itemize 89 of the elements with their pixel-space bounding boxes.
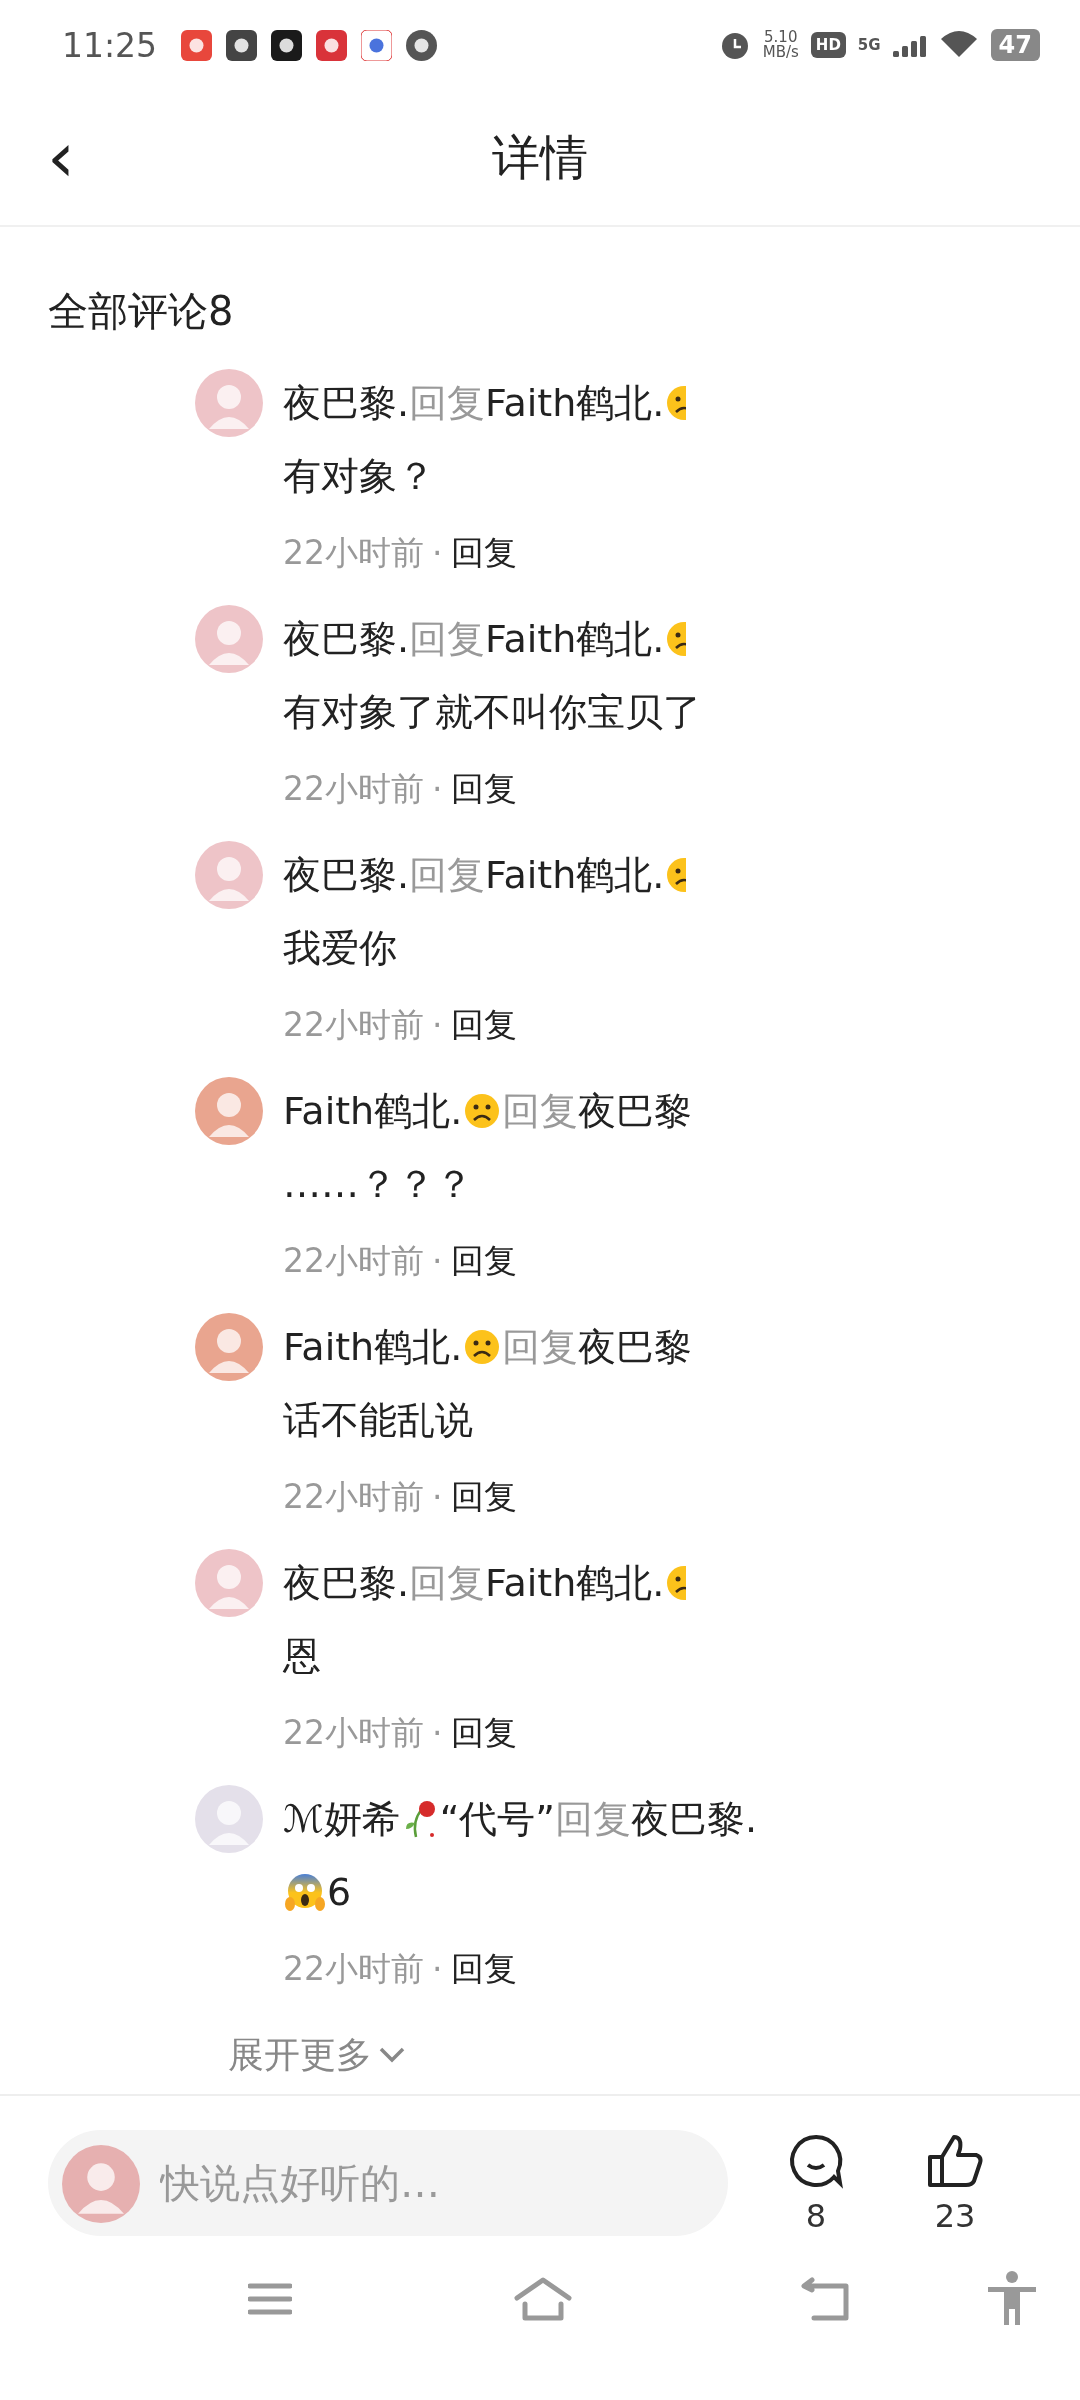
user-name: 夜巴黎.	[631, 1795, 758, 1843]
reply-button[interactable]: 回复	[450, 1710, 517, 1756]
reply-label: 回复	[502, 1087, 579, 1135]
reply-button[interactable]: 回复	[450, 1238, 517, 1284]
app-notification-icon	[271, 29, 303, 61]
separator-dot: ·	[432, 1005, 443, 1045]
user-name: Faith鹤北.	[485, 615, 665, 663]
app-notification-icon	[181, 29, 213, 61]
avatar[interactable]	[195, 1549, 263, 1617]
avatar[interactable]	[195, 369, 263, 437]
page-title: 详情	[492, 127, 588, 187]
user-name: 夜巴黎.	[283, 379, 410, 427]
frown-emoji-icon	[666, 1565, 687, 1601]
user-name: 夜巴黎	[578, 1087, 693, 1135]
app-notification-icon	[226, 29, 258, 61]
hd-badge: HD	[810, 32, 846, 58]
user-name: 有对象？	[283, 452, 435, 500]
home-icon[interactable]	[513, 2276, 573, 2322]
battery-level: 47	[990, 29, 1040, 61]
user-name: 夜巴黎	[578, 1323, 693, 1371]
like-button[interactable]: 23	[926, 2130, 984, 2235]
back-button[interactable]: ‹	[34, 124, 88, 190]
speed-unit: MB/s	[762, 45, 799, 60]
user-name: 6	[327, 1870, 352, 1914]
separator-dot: ·	[432, 1477, 443, 1517]
reply-button[interactable]: 回复	[450, 530, 517, 576]
section-title: 全部评论8	[47, 287, 235, 336]
user-name: 夜巴黎.	[283, 615, 410, 663]
frown-emoji-icon	[666, 621, 687, 657]
avatar[interactable]	[195, 1077, 263, 1145]
app-notification-icon	[316, 29, 348, 61]
expand-more-button[interactable]: 展开更多	[228, 2019, 406, 2091]
user-name: “代号”	[439, 1795, 555, 1843]
reply-button[interactable]: 回复	[450, 1946, 517, 1992]
menu-icon[interactable]	[248, 2282, 292, 2316]
signal-icon	[892, 33, 927, 57]
avatar[interactable]	[195, 1313, 263, 1381]
timestamp: 22小时前	[283, 1239, 424, 1282]
back-icon[interactable]	[800, 2276, 852, 2322]
user-name: 恩	[283, 1632, 321, 1680]
frown-emoji-icon	[464, 1093, 501, 1129]
network-speed: 5.10	[764, 30, 798, 45]
scream-emoji-icon	[285, 1872, 325, 1912]
reply-label: 回复	[555, 1795, 631, 1843]
user-name: 话不能乱说	[283, 1396, 473, 1444]
user-name: Faith鹤北.	[283, 1323, 463, 1371]
reply-label: 回复	[409, 379, 486, 427]
app-notification-icon	[361, 29, 393, 61]
reply-label: 回复	[409, 1559, 486, 1607]
frown-emoji-icon	[464, 1329, 501, 1365]
avatar[interactable]	[195, 841, 263, 909]
chevron-down-icon	[378, 2046, 406, 2064]
reply-label: 回复	[409, 851, 486, 899]
user-name: ……？？？	[283, 1160, 473, 1208]
timestamp: 22小时前	[283, 767, 424, 810]
reply-button[interactable]: 回复	[450, 1002, 517, 1048]
user-name: 有对象了就不叫你宝贝了	[283, 688, 701, 736]
reply-button[interactable]: 回复	[450, 1474, 517, 1520]
user-name: Faith鹤北.	[485, 851, 665, 899]
avatar[interactable]	[62, 2144, 140, 2223]
app-notification-icon	[406, 29, 438, 61]
separator-dot: ·	[432, 1241, 443, 1281]
reply-label: 回复	[409, 615, 486, 663]
separator-dot: ·	[432, 1949, 443, 1989]
reply-button[interactable]: 回复	[450, 766, 517, 812]
avatar[interactable]	[195, 1785, 263, 1853]
clock: 11:25	[62, 25, 158, 65]
frown-emoji-icon	[666, 385, 687, 421]
user-name: 我爱你	[283, 924, 397, 972]
timestamp: 22小时前	[283, 531, 424, 574]
user-name: 夜巴黎.	[283, 851, 410, 899]
user-name: 夜巴黎.	[283, 1559, 410, 1607]
separator-dot: ·	[432, 533, 443, 573]
user-name: Faith鹤北.	[283, 1087, 463, 1135]
user-name: Faith鹤北.	[485, 379, 665, 427]
timestamp: 22小时前	[283, 1947, 424, 1990]
separator-dot: ·	[432, 1713, 443, 1753]
timestamp: 22小时前	[283, 1475, 424, 1518]
user-name: Faith鹤北.	[485, 1559, 665, 1607]
timestamp: 22小时前	[283, 1003, 424, 1046]
reply-label: 回复	[502, 1323, 579, 1371]
frown-emoji-icon	[666, 857, 687, 893]
timestamp: 22小时前	[283, 1711, 424, 1754]
network-type: 5G	[857, 36, 881, 54]
accessibility-icon[interactable]	[986, 2271, 1038, 2327]
comment-button[interactable]: 8	[786, 2130, 846, 2235]
user-name: ℳ妍希	[283, 1795, 400, 1843]
separator-dot: ·	[432, 769, 443, 809]
avatar[interactable]	[195, 605, 263, 673]
